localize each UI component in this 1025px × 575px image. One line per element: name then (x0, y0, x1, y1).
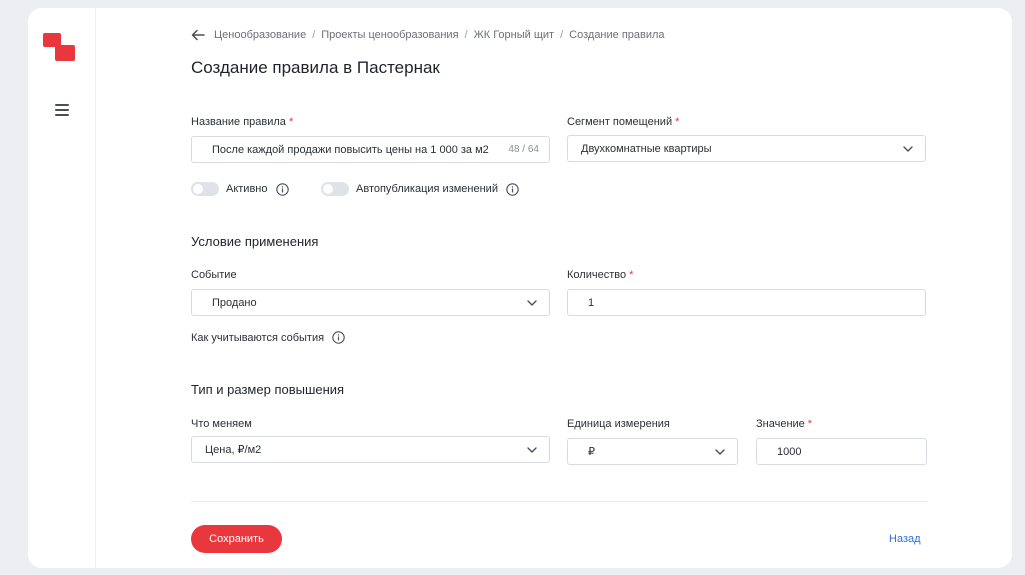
autopublish-toggle-row: Автопубликация изменений (321, 182, 519, 196)
rule-name-label: Название правила * (191, 116, 293, 128)
events-hint-label: Как учитываются события (191, 331, 325, 344)
event-select[interactable]: Продано (191, 289, 550, 316)
app-card: Ценообразование / Проекты ценообразовани… (28, 8, 1012, 568)
breadcrumb-project[interactable]: ЖК Горный щит (474, 29, 555, 41)
autopublish-label: Автопубликация изменений (356, 183, 498, 195)
char-counter: 48 / 64 (508, 144, 539, 155)
chevron-down-icon (903, 145, 913, 152)
chevron-down-icon (715, 448, 725, 455)
back-link[interactable]: Назад (889, 533, 921, 545)
value-label-text: Значение (756, 418, 805, 430)
unit-label: Единица измерения (567, 418, 670, 430)
window-frame: Ценообразование / Проекты ценообразовани… (0, 0, 1025, 575)
logo-icon[interactable] (43, 33, 75, 63)
chevron-down-icon (527, 446, 537, 453)
required-mark: * (675, 116, 680, 128)
quantity-label: Количество * (567, 269, 633, 281)
breadcrumb-pricing-projects[interactable]: Проекты ценообразования (321, 29, 458, 41)
quantity-value: 1 (588, 296, 595, 309)
breadcrumb-current: Создание правила (569, 29, 665, 41)
breadcrumb-separator: / (464, 29, 468, 41)
segment-label-text: Сегмент помещений (567, 116, 673, 128)
increase-section-title: Тип и размер повышения (191, 382, 345, 397)
required-mark: * (807, 418, 813, 430)
page-title: Создание правила в Пастернак (191, 58, 440, 77)
active-toggle[interactable] (191, 182, 219, 196)
breadcrumb-separator: / (312, 29, 316, 41)
what-value: Цена, ₽/м2 (205, 444, 262, 456)
quantity-label-text: Количество (567, 269, 627, 281)
event-label: Событие (191, 269, 237, 281)
breadcrumb-pricing[interactable]: Ценообразование (214, 29, 306, 41)
required-mark: * (288, 116, 294, 128)
segment-select[interactable]: Двухкомнатные квартиры (567, 135, 926, 162)
divider (191, 501, 928, 502)
hamburger-menu-icon[interactable] (55, 104, 69, 116)
active-label: Активно (226, 183, 268, 195)
unit-value: ₽ (588, 446, 595, 458)
quantity-input[interactable]: 1 (567, 289, 926, 316)
condition-section-title: Условие применения (191, 234, 319, 249)
value-input[interactable]: 1000 (756, 438, 927, 465)
required-mark: * (629, 269, 634, 281)
what-label: Что меняем (191, 418, 252, 430)
rule-name-value: После каждой продажи повысить цены на 1 … (212, 143, 489, 156)
rule-name-label-text: Название правила (191, 116, 286, 128)
segment-label: Сегмент помещений * (567, 116, 679, 128)
events-hint-row: Как учитываются события (191, 331, 345, 344)
back-arrow-icon[interactable] (191, 29, 205, 41)
info-icon[interactable] (275, 182, 289, 196)
chevron-down-icon (527, 299, 537, 306)
breadcrumb-separator: / (560, 29, 564, 41)
value-value: 1000 (777, 445, 802, 458)
main-content: Ценообразование / Проекты ценообразовани… (191, 8, 991, 568)
active-toggle-row: Активно (191, 182, 289, 196)
sidebar (28, 8, 96, 568)
info-icon[interactable] (332, 331, 345, 344)
rule-name-input[interactable]: После каждой продажи повысить цены на 1 … (191, 136, 550, 163)
what-select[interactable]: Цена, ₽/м2 (191, 436, 550, 463)
autopublish-toggle[interactable] (321, 182, 349, 196)
segment-value: Двухкомнатные квартиры (581, 142, 712, 155)
event-value: Продано (212, 296, 257, 309)
info-icon[interactable] (506, 182, 519, 196)
save-button[interactable]: Сохранить (191, 525, 282, 553)
unit-select[interactable]: ₽ (567, 438, 738, 465)
value-label: Значение * (756, 418, 812, 430)
breadcrumb: Ценообразование / Проекты ценообразовани… (191, 29, 665, 41)
